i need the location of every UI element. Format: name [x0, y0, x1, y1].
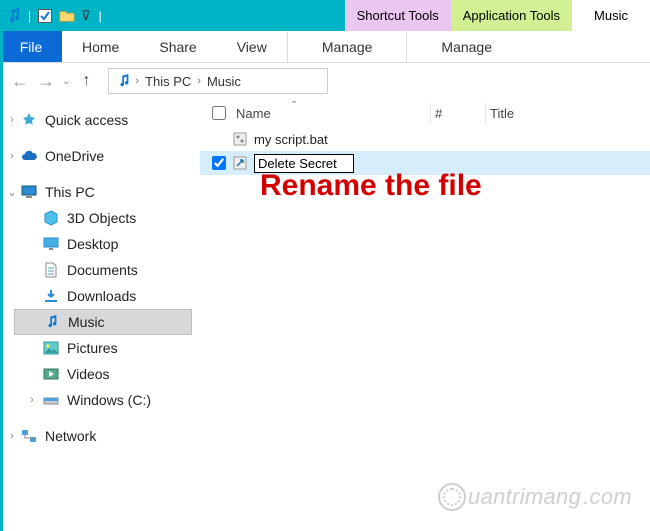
network-icon: [20, 427, 38, 445]
file-name: my script.bat: [250, 132, 328, 147]
navigation-bar: ← → ⌄ ↑ › This PC › Music: [0, 63, 650, 99]
music-note-icon: [6, 8, 22, 24]
column-number[interactable]: #: [435, 106, 485, 121]
shortcut-file-icon: [230, 155, 250, 171]
quick-access-toolbar: | ⊽ |: [0, 0, 108, 31]
share-tab[interactable]: Share: [139, 31, 216, 62]
tree-quick-access[interactable]: › Quick access: [14, 107, 200, 133]
tree-label: Network: [45, 428, 96, 444]
drive-icon: [42, 391, 60, 409]
tree-desktop[interactable]: Desktop: [14, 231, 200, 257]
tree-label: Pictures: [67, 340, 118, 356]
watermark-logo-icon: [438, 483, 466, 511]
cube-icon: [42, 209, 60, 227]
cloud-icon: [20, 147, 38, 165]
tree-this-pc[interactable]: ⌄ This PC: [14, 179, 200, 205]
videos-icon: [42, 365, 60, 383]
tree-documents[interactable]: Documents: [14, 257, 200, 283]
tree-label: Music: [68, 314, 105, 330]
select-all-checkbox[interactable]: [208, 106, 230, 120]
download-icon: [42, 287, 60, 305]
tree-label: This PC: [45, 184, 95, 200]
file-row[interactable]: my script.bat: [200, 127, 650, 151]
context-tab-music[interactable]: Music: [572, 0, 650, 31]
forward-button[interactable]: →: [36, 71, 56, 92]
breadcrumb-music[interactable]: Music: [203, 74, 245, 89]
column-title[interactable]: Title: [490, 106, 570, 121]
desktop-icon: [42, 235, 60, 253]
annotation-text: Rename the file: [260, 169, 482, 203]
context-tabs: Shortcut Tools Application Tools Music: [345, 0, 650, 31]
back-button[interactable]: ←: [10, 71, 30, 92]
tree-label: 3D Objects: [67, 210, 136, 226]
title-bar: | ⊽ | Shortcut Tools Application Tools M…: [0, 0, 650, 31]
tree-onedrive[interactable]: › OneDrive: [14, 143, 200, 169]
divider-icon: |: [28, 9, 31, 23]
main-area: › Quick access › OneDrive ⌄ This PC 3D O…: [0, 99, 650, 531]
chevron-right-icon[interactable]: ›: [6, 150, 18, 162]
watermark-text: uantrimang: [468, 484, 581, 510]
music-note-icon: [43, 313, 61, 331]
tree-pictures[interactable]: Pictures: [14, 335, 200, 361]
tree-downloads[interactable]: Downloads: [14, 283, 200, 309]
chevron-right-icon[interactable]: ›: [26, 394, 38, 406]
up-button[interactable]: ↑: [76, 72, 96, 90]
tree-label: Desktop: [67, 236, 118, 252]
checkbox-icon[interactable]: [37, 8, 53, 24]
folder-icon[interactable]: [59, 8, 75, 24]
chevron-right-icon[interactable]: ›: [133, 75, 141, 87]
tree-label: Downloads: [67, 288, 136, 304]
music-note-icon: [115, 72, 133, 90]
tree-label: Windows (C:): [67, 392, 151, 408]
breadcrumb-this-pc[interactable]: This PC: [141, 74, 195, 89]
chevron-right-icon[interactable]: ›: [6, 430, 18, 442]
sort-caret-icon: ⌃: [290, 100, 298, 111]
manage-tab-2[interactable]: Manage: [406, 31, 526, 62]
tree-label: OneDrive: [45, 148, 104, 164]
ribbon-tabs: File Home Share View Manage Manage: [0, 31, 650, 63]
watermark: uantrimang.com: [438, 483, 632, 511]
history-dropdown-icon[interactable]: ⌄: [62, 76, 70, 87]
tree-label: Documents: [67, 262, 138, 278]
navigation-tree: › Quick access › OneDrive ⌄ This PC 3D O…: [0, 99, 200, 531]
overflow-icon[interactable]: ⊽: [81, 8, 91, 24]
view-tab[interactable]: View: [217, 31, 287, 62]
file-list: ⌃Name # Title my script.bat Rename the f…: [200, 99, 650, 531]
monitor-icon: [20, 183, 38, 201]
tree-label: Quick access: [45, 112, 128, 128]
tree-network[interactable]: › Network: [14, 423, 200, 449]
column-headers: ⌃Name # Title: [200, 99, 650, 127]
tree-videos[interactable]: Videos: [14, 361, 200, 387]
tree-windows-c[interactable]: › Windows (C:): [14, 387, 200, 413]
tree-music[interactable]: Music: [14, 309, 192, 335]
document-icon: [42, 261, 60, 279]
tree-3d-objects[interactable]: 3D Objects: [14, 205, 200, 231]
column-name[interactable]: ⌃Name: [230, 106, 430, 121]
chevron-right-icon[interactable]: ›: [6, 114, 18, 126]
home-tab[interactable]: Home: [62, 31, 139, 62]
pictures-icon: [42, 339, 60, 357]
batch-file-icon: [230, 131, 250, 147]
row-checkbox[interactable]: [208, 156, 230, 170]
manage-tab-1[interactable]: Manage: [287, 31, 407, 62]
tree-label: Videos: [67, 366, 110, 382]
context-tab-shortcut-tools[interactable]: Shortcut Tools: [345, 0, 451, 31]
chevron-down-icon[interactable]: ⌄: [6, 186, 18, 199]
address-bar[interactable]: › This PC › Music: [108, 68, 328, 94]
file-tab[interactable]: File: [0, 31, 62, 62]
star-icon: [20, 111, 38, 129]
divider-icon: |: [99, 9, 102, 23]
context-tab-application-tools[interactable]: Application Tools: [451, 0, 572, 31]
chevron-right-icon[interactable]: ›: [195, 75, 203, 87]
